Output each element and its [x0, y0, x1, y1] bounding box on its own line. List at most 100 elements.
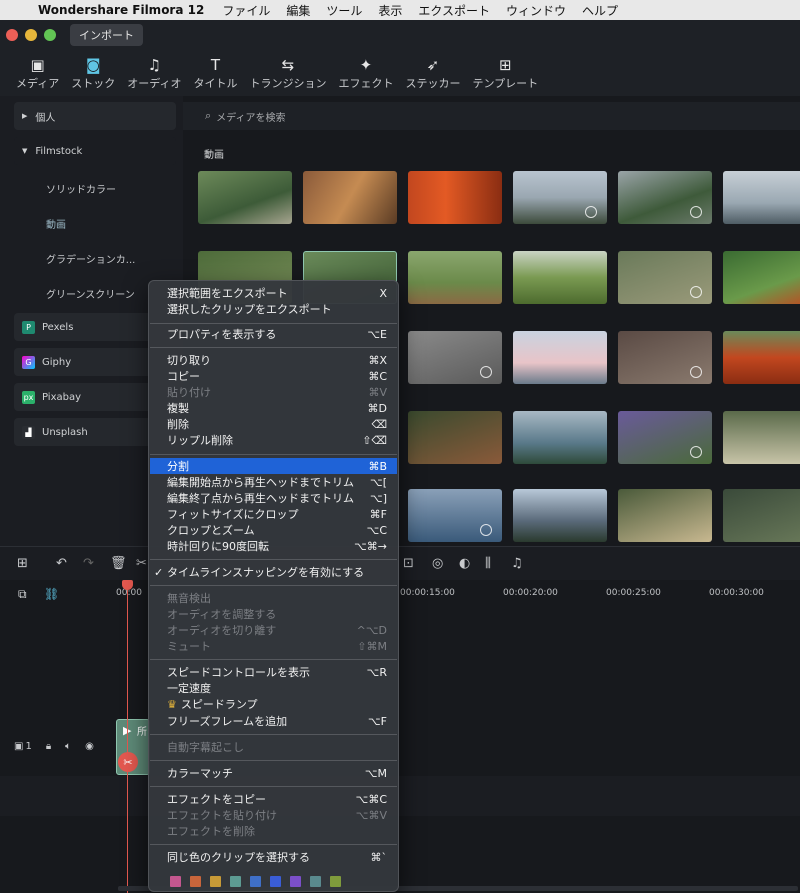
toolbar-title[interactable]: T タイトル [187, 50, 243, 96]
speed-icon[interactable]: ◎ [432, 556, 443, 571]
menu-item-properties[interactable]: プロパティを表示する ⌥E [150, 326, 397, 342]
video-thumbnail[interactable] [408, 251, 502, 304]
volume-icon[interactable]: 🔈︎ [65, 741, 71, 752]
toolbar-transition[interactable]: ⇆ トランジション [243, 50, 332, 96]
menu-item-copy[interactable]: コピー ⌘C [150, 368, 397, 384]
video-thumbnail[interactable] [618, 411, 712, 464]
menu-item-split[interactable]: 分割 ⌘B [150, 458, 397, 474]
menu-view[interactable]: 表示 [370, 2, 410, 19]
download-icon[interactable] [690, 286, 702, 298]
menu-export[interactable]: エクスポート [410, 2, 498, 19]
download-icon[interactable] [690, 446, 702, 458]
menu-item-ripple-delete[interactable]: リップル削除 ⇧⌫ [150, 432, 397, 448]
scissors-icon[interactable]: ✂ [118, 752, 138, 772]
redo-icon[interactable]: ↷ [83, 556, 94, 571]
video-thumbnail[interactable] [513, 331, 607, 384]
sidebar-item-solid-color[interactable]: ソリッドカラー [46, 181, 116, 196]
playhead-line[interactable] [127, 583, 128, 893]
sidebar-item-gradation[interactable]: グラデーションカ... [46, 251, 135, 266]
menu-item-export-range[interactable]: 選択範囲をエクスポート X [150, 285, 397, 301]
toolbar-audio[interactable]: ♫ オーディオ [121, 50, 187, 96]
download-icon[interactable] [480, 524, 492, 536]
video-thumbnail[interactable] [513, 411, 607, 464]
video-thumbnail[interactable] [723, 171, 800, 224]
menu-item-cut[interactable]: 切り取り ⌘X [150, 352, 397, 368]
video-thumbnail[interactable] [408, 171, 502, 224]
cut-icon[interactable]: ✂ [136, 556, 147, 571]
sidebar-item-video[interactable]: 動画 [46, 216, 66, 231]
menu-item-delete[interactable]: 削除 ⌫ [150, 416, 397, 432]
menu-item-select-same-color[interactable]: 同じ色のクリップを選択する ⌘` [150, 849, 397, 865]
video-thumbnail[interactable] [198, 171, 292, 224]
menu-item-freeze-frame[interactable]: フリーズフレームを追加 ⌥F [150, 713, 397, 729]
menu-window[interactable]: ウィンドウ [498, 2, 574, 19]
menu-item-uniform-speed[interactable]: 一定速度 [150, 680, 397, 696]
audio-icon[interactable]: ♫ [511, 556, 523, 571]
menu-item-speed-ramp[interactable]: ♛ スピードランプ [150, 696, 397, 712]
menu-item-trim-end[interactable]: 編集終了点から再生ヘッドまでトリム ⌥] [150, 490, 397, 506]
color-swatch[interactable] [290, 876, 301, 887]
toolbar-effect[interactable]: ✦ エフェクト [332, 50, 399, 96]
menu-item-export-selected-clip[interactable]: 選択したクリップをエクスポート [150, 301, 397, 317]
sidebar-item-filmstock[interactable]: ▼ Filmstock [14, 137, 176, 165]
video-thumbnail[interactable] [408, 411, 502, 464]
toolbar-stock[interactable]: ◙ ストック [65, 50, 121, 96]
color-swatch[interactable] [270, 876, 281, 887]
media-search-input[interactable]: ⌕ メディアを検索 [183, 102, 800, 130]
menu-item-copy-effect[interactable]: エフェクトをコピー ⌥⌘C [150, 791, 397, 807]
menu-item-trim-start[interactable]: 編集開始点から再生ヘッドまでトリム ⌥[ [150, 474, 397, 490]
crop-icon[interactable]: ⊡ [403, 556, 414, 571]
color-swatch[interactable] [190, 876, 201, 887]
video-thumbnail[interactable] [513, 251, 607, 304]
menu-item-crop-zoom[interactable]: クロップとズーム ⌥C [150, 522, 397, 538]
sidebar-item-green-screen[interactable]: グリーンスクリーン [46, 286, 135, 301]
menu-item-crop-to-fit[interactable]: フィットサイズにクロップ ⌘F [150, 506, 397, 522]
toolbar-template[interactable]: ⊞ テンプレート [466, 50, 544, 96]
sidebar-item-personal[interactable]: ▶ 個人 [14, 102, 176, 130]
toolbar-media[interactable]: ▣ メディア [10, 50, 65, 96]
video-thumbnail[interactable] [408, 489, 502, 542]
audio-adjust-icon[interactable]: ⫼ [485, 556, 491, 571]
menu-item-color-match[interactable]: カラーマッチ ⌥M [150, 765, 397, 781]
minimize-window-button[interactable] [25, 29, 37, 41]
menu-item-rotate[interactable]: 時計回りに90度回転 ⌥⌘→ [150, 538, 397, 554]
zoom-window-button[interactable] [44, 29, 56, 41]
download-icon[interactable] [690, 366, 702, 378]
menu-edit[interactable]: 編集 [278, 2, 318, 19]
video-thumbnail[interactable] [723, 489, 800, 542]
video-thumbnail[interactable] [618, 331, 712, 384]
video-thumbnail[interactable] [723, 411, 800, 464]
menu-item-snapping[interactable]: ✓ タイムラインスナッピングを有効にする [150, 564, 397, 580]
video-thumbnail[interactable] [408, 331, 502, 384]
video-thumbnail[interactable] [618, 251, 712, 304]
video-thumbnail[interactable] [618, 171, 712, 224]
add-track-icon[interactable]: ⧉ [18, 587, 27, 602]
delete-icon[interactable]: 🗑 [110, 556, 127, 571]
download-icon[interactable] [690, 206, 702, 218]
video-thumbnail[interactable] [303, 171, 397, 224]
video-thumbnail[interactable] [723, 251, 800, 304]
video-thumbnail[interactable] [513, 489, 607, 542]
menu-help[interactable]: ヘルプ [574, 2, 626, 19]
color-swatch[interactable] [230, 876, 241, 887]
color-swatch[interactable] [170, 876, 181, 887]
layout-icon[interactable]: ⊞ [17, 556, 28, 571]
color-swatch[interactable] [210, 876, 221, 887]
eye-icon[interactable]: ◉ [85, 741, 94, 752]
menu-item-speed-control[interactable]: スピードコントロールを表示 ⌥R [150, 664, 397, 680]
lock-icon[interactable]: 🔒︎ [46, 741, 51, 752]
menu-item-duplicate[interactable]: 複製 ⌘D [150, 400, 397, 416]
app-menu[interactable]: Wondershare Filmora 12 [34, 3, 214, 17]
video-thumbnail[interactable] [618, 489, 712, 542]
undo-icon[interactable]: ↶ [56, 556, 67, 571]
color-icon[interactable]: ◐ [459, 556, 470, 571]
import-tab[interactable]: インポート [70, 24, 143, 46]
color-swatch[interactable] [250, 876, 261, 887]
menu-tools[interactable]: ツール [318, 2, 370, 19]
download-icon[interactable] [585, 206, 597, 218]
menu-file[interactable]: ファイル [214, 2, 278, 19]
video-thumbnail[interactable] [723, 331, 800, 384]
toolbar-sticker[interactable]: ➶ ステッカー [399, 50, 466, 96]
link-icon[interactable]: ⛓ [44, 587, 59, 601]
video-thumbnail[interactable] [513, 171, 607, 224]
